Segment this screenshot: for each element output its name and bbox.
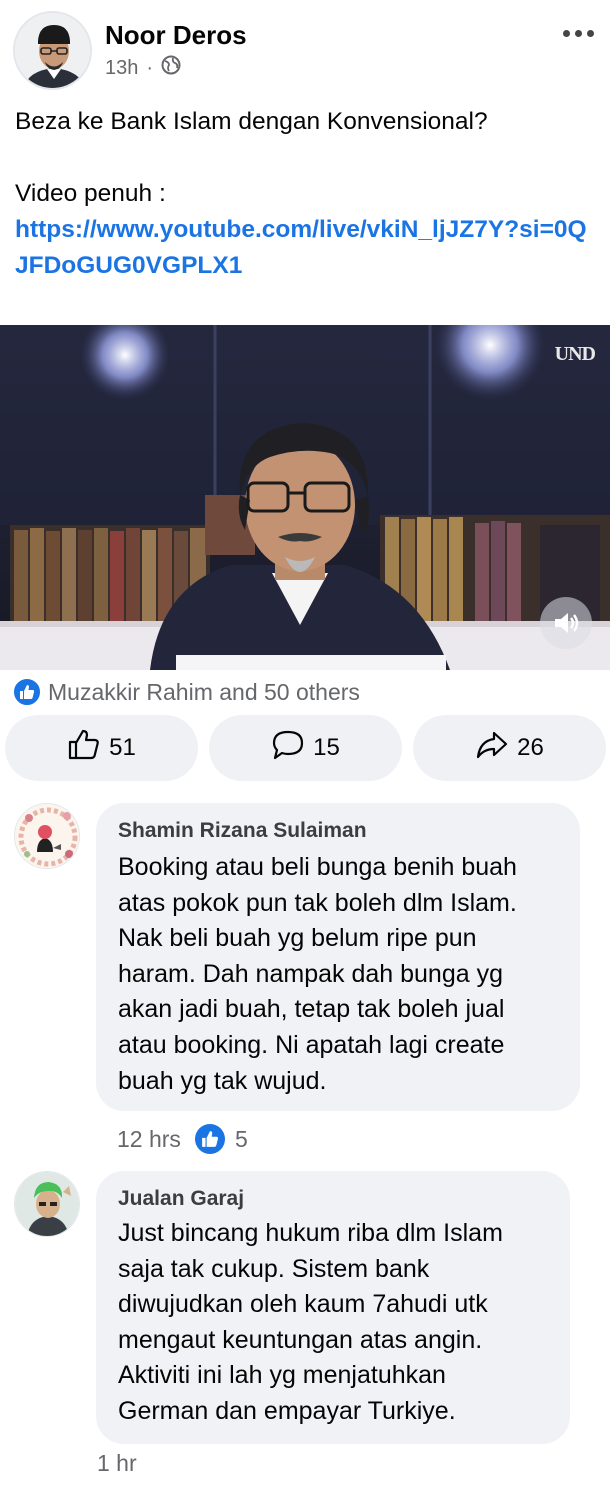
post-text-line: Video penuh : [15,180,166,207]
author-avatar[interactable] [13,11,92,90]
speaker-icon[interactable] [540,597,592,649]
comment-line: saja tak cukup. Sistem bank [118,1254,430,1283]
comment-time[interactable]: 12 hrs [117,1126,181,1153]
more-options-icon[interactable] [560,18,596,48]
post-time[interactable]: 13h [105,57,138,80]
share-icon [475,728,509,769]
comment-line: haram. Dah nampak dah bunga yg [118,959,503,988]
action-bar: 51 15 26 [5,715,607,781]
comment-text: Just bincang hukum riba dlm Islam saja t… [118,1216,588,1430]
comment-text: Booking atau beli bunga benih buah atas … [118,850,588,1099]
video-frame [0,325,610,670]
like-button[interactable]: 51 [5,715,198,781]
like-icon [13,678,41,706]
comment-time[interactable]: 1 hr [97,1450,137,1477]
comment-line: Booking atau beli bunga benih buah [118,853,517,881]
commenter-avatar[interactable] [14,1171,80,1237]
post-text-line: Beza ke Bank Islam dengan Konvensional? [15,108,488,135]
thumbs-up-icon [67,728,101,769]
share-button[interactable]: 26 [413,715,606,781]
commenter-name[interactable]: Jualan Garaj [118,1187,244,1211]
comment-bubble: Jualan Garaj Just bincang hukum riba dlm… [96,1171,570,1444]
comment-line: atas pokok pun tak boleh dlm Islam. [118,888,517,917]
commenter-name[interactable]: Shamin Rizana Sulaiman [118,819,367,843]
comment-count: 15 [313,734,340,761]
share-count: 26 [517,734,544,761]
reactions-text: Muzakkir Rahim and 50 others [48,678,360,705]
reactions-summary[interactable]: Muzakkir Rahim and 50 others [13,676,360,708]
comment-bubble: Shamin Rizana Sulaiman Booking atau beli… [96,803,580,1111]
comment-line: akan jadi buah, tetap tak boleh jual [118,995,505,1024]
comment-line: Aktiviti ini lah yg menjatuhkan [118,1361,446,1390]
video-player[interactable]: UND [0,325,610,670]
like-icon [194,1124,225,1154]
post-meta: 13h · [105,55,181,81]
meta-separator: · [146,56,154,79]
globe-icon [161,55,181,81]
comment-button[interactable]: 15 [209,715,402,781]
comment-line: mengaut keuntungan atas angin. [118,1325,483,1354]
comment-meta: 1 hr [97,1450,137,1477]
comment-line: Nak beli buah yg belum ripe pun [118,924,477,953]
comment-line: German dan empayar Turkiye. [118,1396,456,1425]
comment-line: buah yg tak wujud. [118,1066,327,1095]
post-body: Beza ke Bank Islam dengan Konvensional? … [15,104,600,284]
comment-meta: 12 hrs 5 [117,1124,248,1154]
commenter-avatar[interactable] [14,803,80,869]
like-count: 51 [109,734,136,761]
post-header: Noor Deros 13h · [0,0,610,100]
video-watermark: UND [554,343,596,365]
author-name[interactable]: Noor Deros [105,20,247,51]
comment-icon [271,728,305,769]
comment-line: Just bincang hukum riba dlm Islam [118,1219,503,1247]
comment-line: atau booking. Ni apatah lagi create [118,1030,505,1059]
comment-line: diwujudkan oleh kaum 7ahudi utk [118,1290,488,1319]
comment-like-count[interactable]: 5 [235,1126,248,1153]
video-link[interactable]: https://www.youtube.com/live/vkiN_ljJZ7Y… [15,212,590,284]
